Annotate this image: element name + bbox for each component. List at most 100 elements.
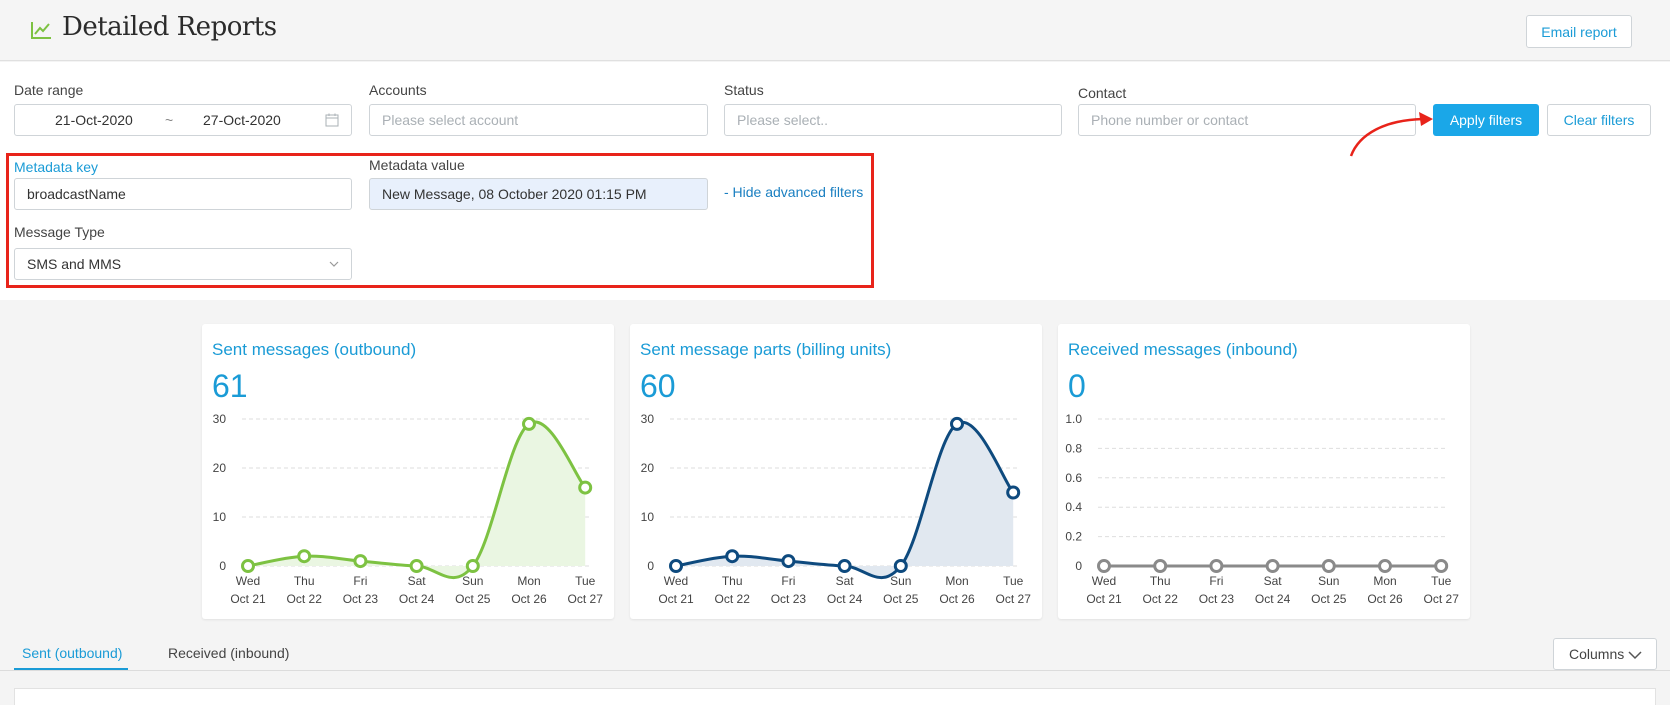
x-tick-day: Mon	[1373, 574, 1396, 588]
x-tick-day: Wed	[236, 574, 260, 588]
x-tick-day: Thu	[722, 574, 743, 588]
active-tab-indicator	[14, 668, 128, 670]
y-tick-label: 20	[641, 461, 655, 475]
x-tick-day: Sun	[1318, 574, 1339, 588]
x-tick-day: Sun	[890, 574, 911, 588]
x-tick-day: Sat	[836, 574, 855, 588]
page-header: Detailed Reports Email report	[0, 0, 1670, 61]
calendar-icon	[325, 113, 339, 127]
data-point	[1321, 559, 1336, 573]
x-tick-date: Oct 27	[996, 592, 1032, 606]
tab-received[interactable]: Received (inbound)	[168, 645, 289, 661]
date-range-picker[interactable]: 21-Oct-2020 ~ 27-Oct-2020	[14, 104, 352, 136]
data-point	[1153, 559, 1168, 573]
data-point	[669, 559, 683, 573]
x-tick-date: Oct 21	[658, 592, 694, 606]
y-tick-label: 0.2	[1065, 530, 1082, 544]
x-tick-date: Oct 27	[1424, 592, 1460, 606]
data-point	[725, 549, 740, 564]
x-tick-date: Oct 25	[1311, 592, 1347, 606]
x-tick-date: Oct 25	[455, 592, 491, 606]
contact-label: Contact	[1078, 85, 1127, 101]
y-tick-label: 0	[1075, 559, 1082, 573]
y-tick-label: 0.4	[1065, 500, 1082, 514]
x-tick-date: Oct 21	[1086, 592, 1122, 606]
x-tick-day: Fri	[1209, 574, 1223, 588]
results-tabs: Sent (outbound) Received (inbound)	[0, 635, 1670, 671]
x-tick-date: Oct 23	[343, 592, 379, 606]
x-tick-day: Sat	[408, 574, 427, 588]
chart-card-received: Received messages (inbound) 0 0 0.2 0.4 0.6…	[1058, 324, 1470, 619]
data-point	[1097, 559, 1111, 573]
chart-card-parts: Sent message parts (billing units) 60 01…	[630, 324, 1042, 619]
data-point	[578, 480, 593, 495]
data-point	[1209, 559, 1224, 573]
date-range-label: Date range	[14, 82, 84, 98]
status-select[interactable]: Please select..	[724, 104, 1062, 136]
accounts-select[interactable]: Please select account	[369, 104, 708, 136]
data-point	[837, 559, 852, 573]
y-tick-label: 0.6	[1065, 471, 1082, 485]
x-tick-date: Oct 23	[1199, 592, 1235, 606]
x-tick-day: Sat	[1264, 574, 1283, 588]
x-tick-day: Fri	[781, 574, 795, 588]
page-title: Detailed Reports	[62, 12, 277, 42]
data-point	[297, 549, 312, 564]
x-tick-date: Oct 22	[287, 592, 323, 606]
results-table	[14, 688, 1656, 705]
y-tick-label: 0.8	[1065, 441, 1082, 455]
data-point	[1378, 559, 1392, 573]
data-point	[781, 554, 796, 569]
y-tick-label: 10	[641, 510, 655, 524]
x-tick-day: Thu	[1150, 574, 1171, 588]
data-point	[893, 559, 908, 573]
date-start: 21-Oct-2020	[55, 112, 133, 128]
x-tick-date: Oct 24	[1255, 592, 1291, 606]
x-tick-date: Oct 26	[1367, 592, 1403, 606]
highlight-box	[6, 153, 874, 288]
x-tick-day: Wed	[1092, 574, 1116, 588]
x-tick-date: Oct 24	[827, 592, 863, 606]
arrow-icon	[1349, 112, 1433, 157]
y-tick-label: 0	[647, 559, 654, 573]
status-label: Status	[724, 82, 764, 98]
clear-filters-button[interactable]: Clear filters	[1547, 104, 1651, 136]
x-tick-day: Wed	[664, 574, 688, 588]
x-tick-date: Oct 22	[715, 592, 751, 606]
data-point	[1265, 559, 1280, 573]
x-tick-day: Mon	[517, 574, 540, 588]
chart-card-sent: Sent messages (outbound) 61 0 10 20 30 Wed Oc…	[202, 324, 614, 619]
data-point	[1434, 559, 1449, 573]
x-tick-day: Tue	[1003, 574, 1024, 588]
x-tick-day: Thu	[294, 574, 315, 588]
x-tick-day: Tue	[575, 574, 596, 588]
accounts-label: Accounts	[369, 82, 427, 98]
columns-button[interactable]: Columns	[1553, 638, 1657, 670]
x-tick-day: Mon	[945, 574, 968, 588]
columns-label: Columns	[1569, 646, 1625, 662]
chevron-down-icon	[1628, 651, 1642, 660]
y-tick-label: 20	[213, 461, 227, 475]
data-point	[353, 554, 368, 569]
apply-filters-button[interactable]: Apply filters	[1433, 104, 1539, 136]
x-tick-date: Oct 26	[511, 592, 547, 606]
x-tick-date: Oct 26	[939, 592, 975, 606]
y-tick-label: 1.0	[1065, 412, 1082, 426]
data-point	[1006, 485, 1021, 500]
y-tick-label: 10	[213, 510, 227, 524]
parts-chart: 0 10 20 30 Wed Oct 21 Thu Oct 22 Fri Oct 23 Sat Oct…	[641, 412, 1032, 606]
data-point	[241, 559, 255, 573]
y-tick-label: 0	[219, 559, 226, 573]
data-point	[465, 559, 480, 573]
x-tick-date: Oct 25	[883, 592, 919, 606]
y-tick-label: 30	[641, 412, 655, 426]
data-point	[950, 416, 964, 431]
x-tick-day: Sun	[462, 574, 483, 588]
x-tick-date: Oct 24	[399, 592, 435, 606]
x-tick-date: Oct 23	[771, 592, 807, 606]
line-chart-icon	[31, 22, 51, 39]
tab-sent[interactable]: Sent (outbound)	[22, 645, 122, 661]
received-chart: 0 0.2 0.4 0.6 0.8 1.0 Wed Oct 21 Thu Oct 22 Fri Oct…	[1065, 412, 1460, 606]
x-tick-day: Tue	[1431, 574, 1452, 588]
email-report-button[interactable]: Email report	[1526, 15, 1632, 48]
